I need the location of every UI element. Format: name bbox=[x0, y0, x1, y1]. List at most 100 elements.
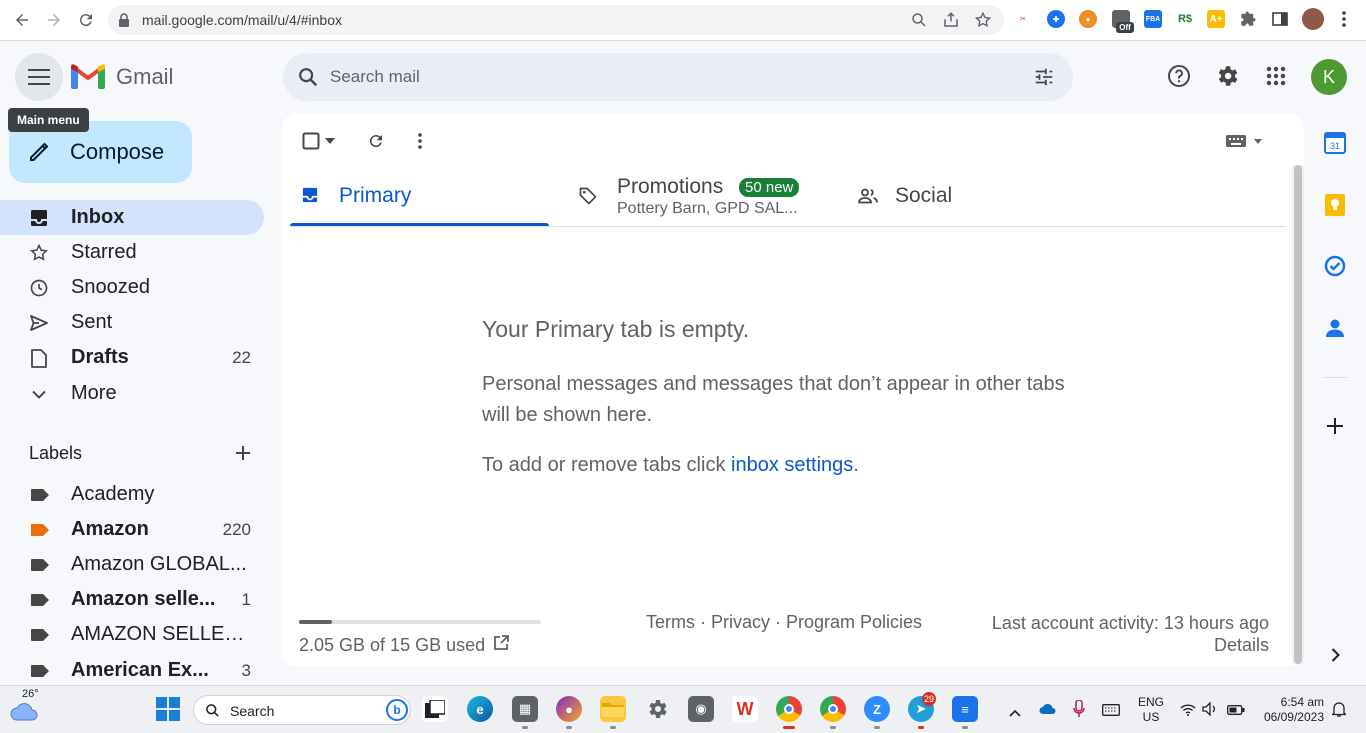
search-input[interactable]: Search mail bbox=[330, 67, 420, 87]
file-explorer-icon[interactable] bbox=[600, 696, 626, 722]
address-bar[interactable]: mail.google.com/mail/u/4/#inbox bbox=[108, 5, 1004, 35]
calendar-icon[interactable]: 31 bbox=[1323, 131, 1347, 155]
taskbar-search[interactable]: Search b bbox=[193, 695, 411, 725]
puzzle-icon[interactable] bbox=[1239, 10, 1257, 28]
forward-icon[interactable] bbox=[42, 8, 66, 32]
help-icon[interactable] bbox=[1166, 63, 1192, 89]
label-tag-icon bbox=[31, 594, 49, 606]
activity-details-link[interactable]: Details bbox=[992, 634, 1269, 656]
scrollbar-thumb[interactable] bbox=[1294, 165, 1302, 664]
clock-time: 6:54 am bbox=[1280, 695, 1324, 709]
weather-cloud-icon[interactable] bbox=[9, 703, 39, 726]
extension-icon[interactable]: FBA bbox=[1144, 10, 1162, 28]
sidebar-item-drafts[interactable]: Drafts 22 bbox=[0, 340, 264, 375]
gmail-wordmark: Gmail bbox=[116, 64, 174, 89]
running-indicator bbox=[610, 726, 616, 729]
label-item[interactable]: Amazon 220 bbox=[0, 512, 264, 547]
extension-icon[interactable]: A+ bbox=[1207, 10, 1225, 28]
select-checkbox[interactable] bbox=[299, 129, 323, 153]
notification-bell-icon[interactable] bbox=[1330, 701, 1348, 722]
search-icon bbox=[205, 703, 220, 723]
hamburger-icon bbox=[28, 69, 50, 85]
system-clock[interactable]: 6:54 am 06/09/2023 bbox=[1258, 695, 1324, 725]
extension-icon[interactable]: ✚ bbox=[1047, 10, 1065, 28]
add-label-icon[interactable] bbox=[233, 443, 253, 468]
settings-gear-icon[interactable] bbox=[644, 696, 670, 722]
microphone-icon[interactable] bbox=[1073, 699, 1085, 723]
tab-promotions[interactable]: Promotions 50 new Pottery Barn, GPD SAL.… bbox=[549, 167, 844, 227]
gmail-logo-icon[interactable] bbox=[71, 63, 105, 94]
search-icon[interactable] bbox=[297, 66, 319, 93]
weather-temperature[interactable]: 26° bbox=[22, 688, 39, 700]
notepad-icon[interactable]: ≡ bbox=[952, 696, 978, 722]
share-icon[interactable] bbox=[942, 11, 960, 29]
extension-icon[interactable]: ● bbox=[1079, 10, 1097, 28]
bing-icon[interactable]: b bbox=[386, 699, 408, 721]
chrome-profile-icon[interactable] bbox=[820, 696, 846, 722]
account-avatar[interactable]: K bbox=[1311, 59, 1347, 95]
notification-badge: 29 bbox=[922, 692, 937, 706]
bookmark-star-icon[interactable] bbox=[974, 11, 992, 29]
select-dropdown-icon[interactable] bbox=[322, 129, 338, 153]
camera-icon[interactable]: ◉ bbox=[688, 696, 714, 722]
task-view-icon[interactable] bbox=[422, 696, 448, 722]
zoom-app-icon[interactable]: Z bbox=[864, 696, 890, 722]
search-bar[interactable]: Search mail bbox=[283, 53, 1073, 101]
reload-icon[interactable] bbox=[74, 8, 98, 32]
sidebar-item-sent[interactable]: Sent bbox=[0, 305, 264, 340]
input-tools-keyboard-icon[interactable] bbox=[1226, 129, 1262, 153]
scrollbar[interactable] bbox=[1292, 165, 1304, 664]
extension-icon[interactable]: ✂ bbox=[1014, 10, 1032, 28]
battery-icon[interactable] bbox=[1227, 703, 1245, 721]
chevron-right-icon[interactable] bbox=[1323, 643, 1347, 667]
label-item[interactable]: AMAZON SELLER... bbox=[0, 617, 264, 652]
tab-social[interactable]: Social bbox=[844, 167, 1104, 227]
chevron-up-icon[interactable] bbox=[1009, 704, 1021, 722]
extension-icon[interactable]: R$ bbox=[1176, 10, 1194, 28]
back-icon[interactable] bbox=[10, 8, 34, 32]
browser-app-icon[interactable]: ● bbox=[556, 696, 582, 722]
tasks-icon[interactable] bbox=[1323, 254, 1347, 278]
tab-primary[interactable]: Primary bbox=[290, 167, 549, 227]
kebab-menu-icon[interactable] bbox=[1335, 10, 1353, 28]
more-options-icon[interactable] bbox=[408, 129, 432, 153]
add-addon-icon[interactable] bbox=[1323, 414, 1347, 438]
side-panel-icon[interactable] bbox=[1271, 10, 1289, 28]
label-item[interactable]: Amazon GLOBAL... bbox=[0, 547, 264, 582]
profile-avatar[interactable] bbox=[1302, 8, 1324, 30]
footer-policy-links[interactable]: Terms · Privacy · Program Policies bbox=[646, 612, 922, 633]
zoom-icon[interactable] bbox=[910, 11, 928, 29]
calculator-icon[interactable]: ▦ bbox=[512, 696, 538, 722]
label-item[interactable]: Amazon selle... 1 bbox=[0, 582, 264, 617]
tag-icon bbox=[578, 186, 598, 211]
wps-office-icon[interactable]: W bbox=[732, 696, 758, 722]
contacts-icon[interactable] bbox=[1323, 316, 1347, 340]
refresh-icon[interactable] bbox=[364, 129, 388, 153]
search-options-icon[interactable] bbox=[1033, 66, 1055, 93]
apps-grid-icon[interactable] bbox=[1263, 63, 1289, 89]
chrome-icon[interactable] bbox=[776, 696, 802, 722]
sidebar-item-more[interactable]: More bbox=[0, 376, 264, 411]
input-language[interactable]: ENG US bbox=[1138, 695, 1164, 725]
keep-icon[interactable] bbox=[1323, 193, 1347, 217]
labels-heading: Labels bbox=[29, 443, 83, 463]
sidebar-item-starred[interactable]: Starred bbox=[0, 235, 264, 270]
people-icon bbox=[858, 188, 878, 209]
main-menu-button[interactable] bbox=[15, 53, 63, 101]
label-item[interactable]: American Ex... 3 bbox=[0, 653, 264, 685]
external-link-icon[interactable] bbox=[493, 635, 509, 656]
storage-usage-text[interactable]: 2.05 GB of 15 GB used bbox=[299, 635, 485, 656]
volume-icon[interactable] bbox=[1202, 701, 1218, 721]
label-item[interactable]: Academy bbox=[0, 477, 264, 512]
sidebar-item-snoozed[interactable]: Snoozed bbox=[0, 270, 264, 305]
inbox-settings-link[interactable]: inbox settings bbox=[731, 454, 853, 476]
wifi-icon[interactable] bbox=[1180, 703, 1196, 721]
running-indicator bbox=[918, 726, 924, 729]
sidebar-item-inbox[interactable]: Inbox bbox=[0, 200, 264, 235]
edge-browser-icon[interactable]: e bbox=[467, 696, 493, 722]
windows-start-icon[interactable] bbox=[156, 697, 180, 726]
settings-gear-icon[interactable] bbox=[1214, 63, 1240, 89]
onedrive-cloud-icon[interactable] bbox=[1039, 702, 1057, 720]
keyboard-icon[interactable] bbox=[1102, 703, 1120, 721]
clock-icon bbox=[29, 278, 49, 298]
